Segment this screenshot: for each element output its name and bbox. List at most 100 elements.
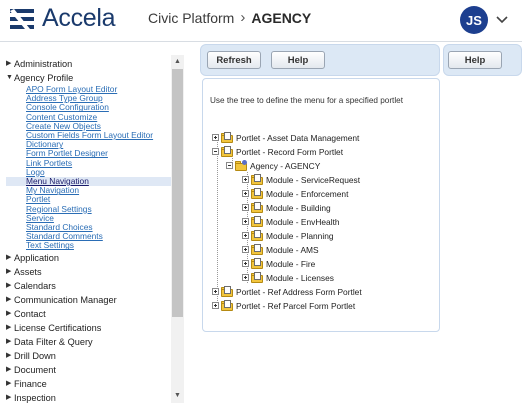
- caret-right-icon: ▶: [6, 253, 12, 261]
- tree-node-label: Module - Building: [266, 202, 331, 213]
- expand-icon[interactable]: [242, 274, 249, 281]
- nav-label: Finance: [14, 378, 47, 389]
- nav-list: ▶ Administration ▼ Agency Profile APO Form…: [6, 57, 172, 403]
- scroll-thumb[interactable]: [172, 69, 183, 317]
- instruction-text: Use the tree to define the menu for a sp…: [210, 96, 403, 105]
- module-folder-icon: [250, 188, 264, 199]
- nav-subitem[interactable]: Text Settings: [6, 241, 172, 250]
- tree-node[interactable]: Module - Planning: [242, 229, 334, 242]
- breadcrumb: Civic Platform › AGENCY: [148, 9, 311, 26]
- expand-icon[interactable]: [242, 204, 249, 211]
- caret-right-icon: ▶: [6, 60, 12, 67]
- logo-text: Accela: [42, 4, 116, 32]
- chevron-down-icon[interactable]: [495, 12, 509, 26]
- tree-node[interactable]: Module - AMS: [242, 243, 319, 256]
- expand-icon[interactable]: [242, 246, 249, 253]
- tree-node-label: Portlet - Record Form Portlet: [236, 146, 344, 157]
- chevron-right-icon: ›: [240, 9, 246, 26]
- module-folder-icon: [250, 216, 264, 227]
- caret-right-icon: ▶: [6, 351, 12, 359]
- nav-item[interactable]: ▶ Contact: [6, 307, 172, 321]
- tree-node[interactable]: Module - EnvHealth: [242, 215, 340, 228]
- tree-node[interactable]: Portlet - Ref Address Form Portlet: [212, 285, 362, 298]
- tree-node-label: Portlet - Ref Parcel Form Portlet: [236, 300, 356, 311]
- nav-item[interactable]: ▶ Calendars: [6, 279, 172, 293]
- breadcrumb-product[interactable]: Civic Platform: [148, 10, 234, 26]
- expand-icon[interactable]: [242, 260, 249, 267]
- expand-icon[interactable]: [242, 218, 249, 225]
- tree-node-label: Agency - AGENCY: [250, 160, 321, 171]
- tree-node-label: Module - ServiceRequest: [266, 174, 361, 185]
- tree-node[interactable]: Agency - AGENCY: [226, 159, 320, 172]
- tree-node[interactable]: Module - Building: [242, 201, 331, 214]
- refresh-button[interactable]: Refresh: [207, 51, 261, 69]
- tree-node-label: Module - AMS: [266, 244, 319, 255]
- tree-node[interactable]: Module - Enforcement: [242, 187, 348, 200]
- tree-node-label: Module - Planning: [266, 230, 334, 241]
- tree-node-label: Module - Fire: [266, 258, 316, 269]
- caret-right-icon: ▶: [6, 393, 12, 401]
- toolbar-secondary: Help: [443, 44, 522, 76]
- agency-profile-children: APO Form Layout Editor Address Type Group…: [6, 84, 172, 251]
- collapse-icon[interactable]: [212, 148, 219, 155]
- breadcrumb-current: AGENCY: [251, 9, 312, 26]
- caret-right-icon: ▶: [6, 365, 12, 373]
- help-button-secondary[interactable]: Help: [448, 51, 502, 69]
- collapse-icon[interactable]: [226, 162, 233, 169]
- nav-item[interactable]: ▶ Drill Down: [6, 349, 172, 363]
- module-folder-icon: [250, 202, 264, 213]
- top-header: Accela Civic Platform › AGENCY JS: [0, 0, 522, 42]
- portlet-folder-icon: [220, 286, 234, 297]
- agency-folder-icon: [234, 160, 248, 171]
- accela-logo[interactable]: Accela: [8, 4, 116, 33]
- nav-item[interactable]: ▶ Finance: [6, 377, 172, 391]
- expand-icon[interactable]: [242, 232, 249, 239]
- caret-down-icon: ▼: [6, 74, 13, 81]
- expand-icon[interactable]: [242, 190, 249, 197]
- help-button[interactable]: Help: [271, 51, 325, 69]
- nav-item-administration[interactable]: ▶ Administration: [6, 57, 172, 71]
- nav-label: Contact: [14, 308, 46, 319]
- tree-node-label: Module - Licenses: [266, 272, 334, 283]
- tree-node[interactable]: Module - Licenses: [242, 271, 334, 284]
- tree-node-label: Portlet - Asset Data Management: [236, 132, 360, 143]
- tree-node[interactable]: Portlet - Record Form Portlet: [212, 145, 343, 158]
- module-folder-icon: [250, 244, 264, 255]
- nav-label: Communication Manager: [14, 294, 117, 305]
- accela-logo-icon: [8, 6, 36, 32]
- portlet-folder-icon: [220, 132, 234, 143]
- tree-node[interactable]: Module - ServiceRequest: [242, 173, 360, 186]
- nav-label: Assets: [14, 266, 42, 277]
- scroll-up-icon[interactable]: ▲: [171, 56, 184, 68]
- nav-item[interactable]: ▶ Communication Manager: [6, 293, 172, 307]
- nav-item[interactable]: ▶ License Certifications: [6, 321, 172, 335]
- nav-item[interactable]: ▶ Inspection: [6, 391, 172, 403]
- expand-icon[interactable]: [242, 176, 249, 183]
- caret-right-icon: ▶: [6, 267, 12, 275]
- portlet-folder-icon: [220, 146, 234, 157]
- tree-node[interactable]: Module - Fire: [242, 257, 315, 270]
- nav-item[interactable]: ▶ Data Filter & Query: [6, 335, 172, 349]
- nav-item[interactable]: ▶ Assets: [6, 265, 172, 279]
- nav-label: Drill Down: [14, 350, 56, 361]
- nav-label: Data Filter & Query: [14, 336, 93, 347]
- nav-scrollbar[interactable]: ▲ ▼: [171, 55, 184, 403]
- nav-bottom-list: ▶ Application ▶ Assets ▶ Calendars ▶ Communicat…: [6, 251, 172, 403]
- nav-label: License Certifications: [14, 322, 102, 333]
- nav-item[interactable]: ▶ Document: [6, 363, 172, 377]
- nav-item[interactable]: ▶ Application: [6, 251, 172, 265]
- tree-node[interactable]: Portlet - Ref Parcel Form Portlet: [212, 299, 355, 312]
- tree-node-label: Portlet - Ref Address Form Portlet: [236, 286, 362, 297]
- expand-icon[interactable]: [212, 302, 219, 309]
- module-folder-icon: [250, 230, 264, 241]
- nav-item-agency-profile[interactable]: ▼ Agency Profile: [6, 71, 172, 85]
- caret-right-icon: ▶: [6, 323, 12, 331]
- caret-right-icon: ▶: [6, 309, 12, 317]
- tree-node[interactable]: Portlet - Asset Data Management: [212, 131, 359, 144]
- expand-icon[interactable]: [212, 288, 219, 295]
- nav-label: Application: [14, 252, 59, 263]
- expand-icon[interactable]: [212, 134, 219, 141]
- user-avatar[interactable]: JS: [460, 6, 488, 34]
- scroll-down-icon[interactable]: ▼: [171, 390, 184, 402]
- nav-label: Administration: [14, 59, 73, 69]
